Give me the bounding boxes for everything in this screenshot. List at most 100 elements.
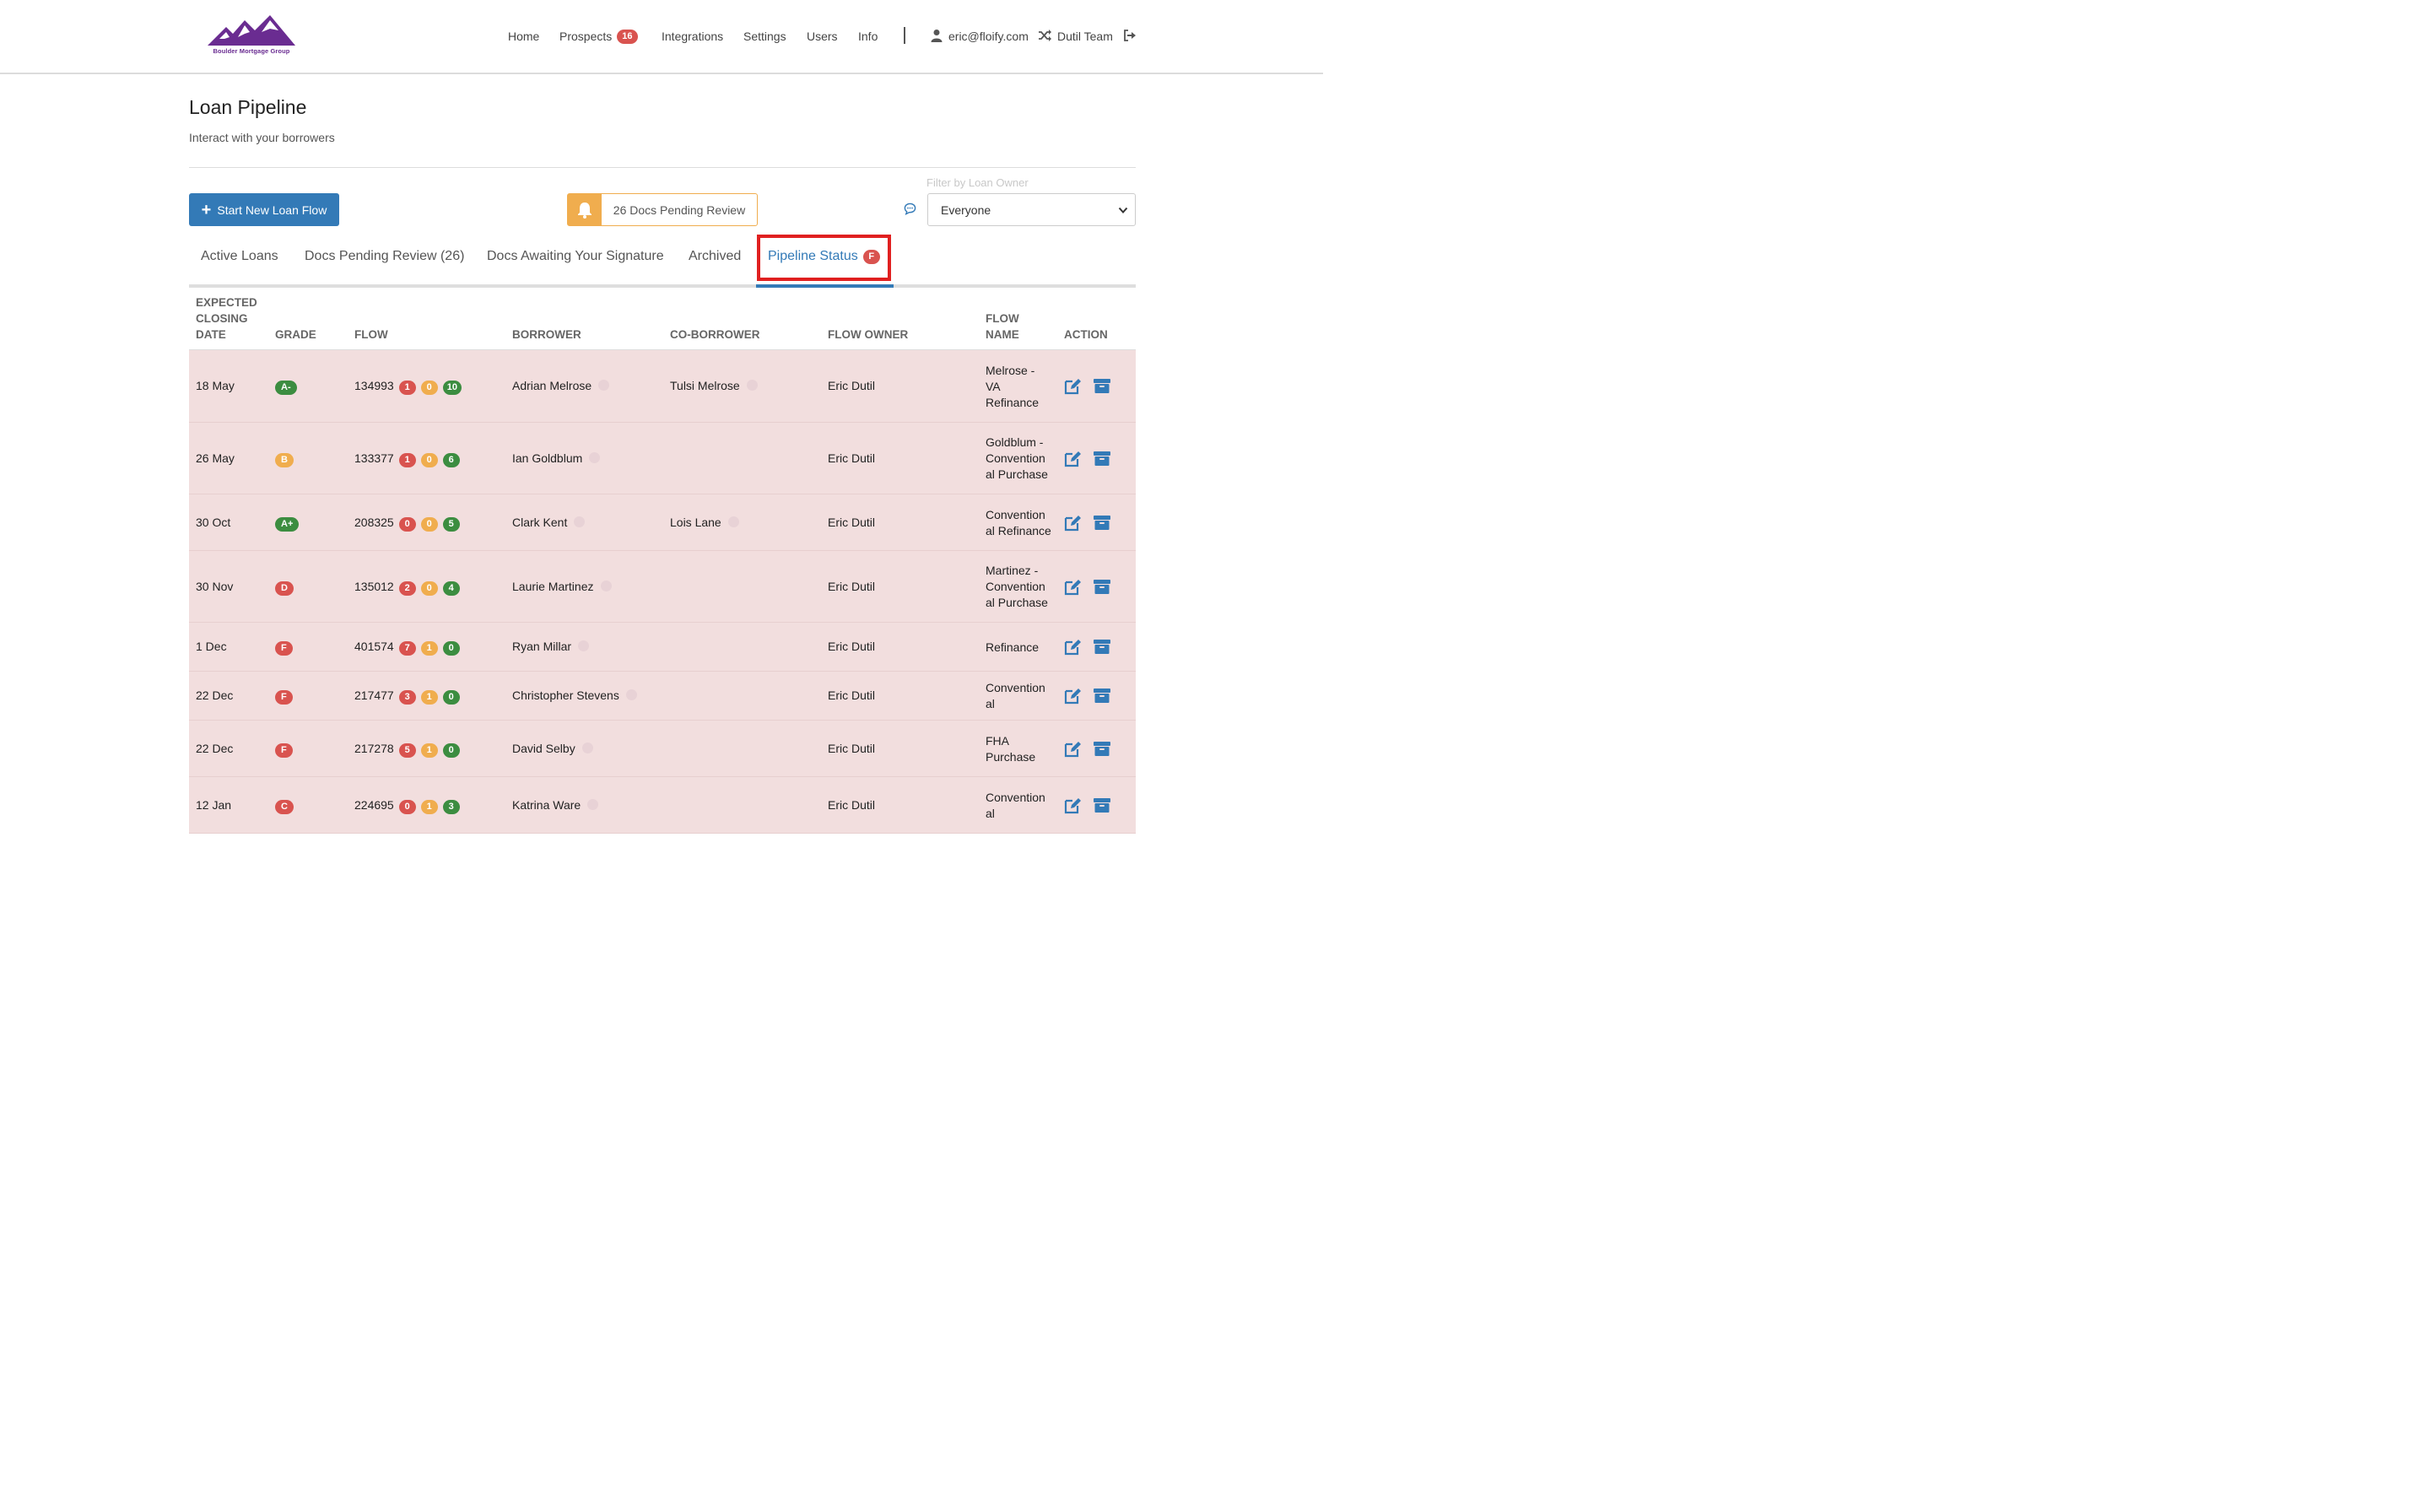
status-badge-red: 0 (398, 799, 416, 814)
user-icon (931, 30, 943, 42)
borrower-name[interactable]: Clark Kent (512, 516, 567, 529)
nav-prospects[interactable]: Prospects 16 (559, 26, 638, 46)
table-row[interactable]: 30 Nov D 135012 2 0 4 Laurie Martinez Eric … (189, 551, 1136, 623)
col-grade[interactable]: GRADE (275, 327, 316, 343)
borrower-name[interactable]: Adrian Melrose (512, 379, 591, 392)
user-email-label: eric@floify.com (948, 30, 1029, 43)
archive-icon[interactable] (1093, 739, 1111, 758)
logout-icon[interactable] (1123, 29, 1137, 42)
archive-icon[interactable] (1093, 513, 1111, 532)
flow-id[interactable]: 208325 (354, 516, 394, 529)
brand-logo[interactable]: Boulder Mortgage Group (208, 14, 295, 57)
col-co-borrower[interactable]: CO-BORROWER (670, 327, 760, 343)
edit-icon[interactable] (1063, 796, 1082, 815)
edit-icon[interactable] (1063, 578, 1082, 597)
col-expected-closing-date[interactable]: EXPECTED CLOSING DATE (196, 294, 257, 343)
edit-icon[interactable] (1063, 687, 1082, 705)
borrower-name[interactable]: Katrina Ware (512, 798, 581, 812)
nav-home[interactable]: Home (508, 26, 539, 46)
archive-icon[interactable] (1093, 577, 1111, 596)
borrower-name[interactable]: Laurie Martinez (512, 580, 594, 593)
info-icon[interactable] (581, 742, 593, 753)
archive-icon[interactable] (1093, 796, 1111, 814)
chat-icon[interactable] (904, 202, 916, 215)
archive-icon[interactable] (1093, 637, 1111, 656)
flow-id[interactable]: 217477 (354, 688, 394, 702)
status-badge-green: 3 (442, 799, 460, 814)
status-badge-orange: 1 (420, 641, 438, 656)
col-borrower[interactable]: BORROWER (512, 327, 581, 343)
col-flow[interactable]: FLOW (354, 327, 388, 343)
tab-archived[interactable]: Archived (689, 240, 741, 274)
nav-home-label: Home (508, 30, 540, 43)
col-flow-name[interactable]: FLOW NAME (986, 310, 1019, 343)
borrower-name[interactable]: Christopher Stevens (512, 688, 619, 702)
info-icon[interactable] (600, 580, 612, 591)
info-icon[interactable] (574, 516, 586, 527)
tab-docs-pending-review[interactable]: Docs Pending Review (26) (305, 240, 464, 274)
table-row[interactable]: 26 May B 133377 1 0 6 Ian Goldblum Eric Dut… (189, 423, 1136, 494)
borrower-name[interactable]: Ryan Millar (512, 640, 571, 653)
flow-name-line: Convention (986, 451, 1045, 465)
flow-name-cell: Convention al (986, 680, 1058, 712)
table-row[interactable]: 12 Jan C 224695 0 1 3 Katrina Ware Eric Dut… (189, 777, 1136, 834)
closing-date-cell: 22 Dec (196, 688, 234, 702)
tab-active-loans[interactable]: Active Loans (201, 240, 278, 274)
flow-id[interactable]: 133377 (354, 451, 394, 465)
info-icon[interactable] (587, 798, 599, 810)
flow-id[interactable]: 135012 (354, 580, 394, 593)
nav-user-email[interactable]: eric@floify.com (948, 26, 1029, 46)
info-icon[interactable] (578, 640, 590, 651)
nav-users[interactable]: Users (807, 26, 838, 46)
start-new-loan-flow-button[interactable]: + Start New Loan Flow (189, 193, 339, 226)
archive-icon[interactable] (1093, 686, 1111, 705)
flow-name-line: Martinez - (986, 564, 1039, 577)
table-row[interactable]: 1 Dec F 401574 7 1 0 Ryan Millar Eric Dutil… (189, 623, 1136, 672)
archive-icon[interactable] (1093, 449, 1111, 467)
table-row[interactable]: 22 Dec F 217477 3 1 0 Christopher Stevens E… (189, 672, 1136, 721)
flow-owner-cell: Eric Dutil (828, 451, 876, 465)
flow-cell: 134993 1 0 10 (354, 379, 462, 395)
table-row[interactable]: 22 Dec F 217278 5 1 0 David Selby Eric Duti… (189, 721, 1136, 777)
flow-id[interactable]: 401574 (354, 640, 394, 653)
info-icon[interactable] (727, 516, 739, 527)
shuffle-icon (1039, 30, 1051, 41)
team-label: Dutil Team (1057, 30, 1113, 43)
nav-team-switch[interactable]: Dutil Team (1057, 26, 1113, 46)
col-flow-owner[interactable]: FLOW OWNER (828, 327, 908, 343)
borrower-name[interactable]: David Selby (512, 742, 575, 755)
edit-icon[interactable] (1063, 450, 1082, 468)
flow-name-line: al (986, 806, 995, 820)
status-badge-orange: 1 (420, 690, 438, 705)
info-icon[interactable] (589, 451, 601, 463)
docs-pending-review-button[interactable]: 26 Docs Pending Review (567, 193, 758, 226)
info-icon[interactable] (625, 689, 637, 700)
table-row[interactable]: 30 Oct A+ 208325 0 0 5 Clark Kent Lois Lane… (189, 494, 1136, 551)
flow-id[interactable]: 134993 (354, 379, 394, 392)
col-closing-line3: DATE (196, 328, 226, 341)
grade-cell: F (275, 742, 293, 758)
nav-info[interactable]: Info (858, 26, 878, 46)
flow-id[interactable]: 224695 (354, 798, 394, 812)
edit-icon[interactable] (1063, 514, 1082, 532)
archive-icon[interactable] (1093, 376, 1111, 395)
tab-docs-awaiting-signature[interactable]: Docs Awaiting Your Signature (487, 240, 664, 274)
info-icon[interactable] (598, 380, 610, 391)
grade-badge: A+ (275, 516, 300, 532)
flow-cell: 135012 2 0 4 (354, 580, 460, 596)
flow-id[interactable]: 217278 (354, 742, 394, 755)
grade-cell: C (275, 798, 294, 814)
filter-owner-select[interactable]: Everyone (927, 193, 1136, 226)
chevron-down-icon (1118, 207, 1128, 213)
flow-cell: 133377 1 0 6 (354, 451, 460, 467)
edit-icon[interactable] (1063, 740, 1082, 759)
nav-integrations[interactable]: Integrations (662, 26, 723, 46)
edit-icon[interactable] (1063, 377, 1082, 396)
closing-date-cell: 30 Nov (196, 579, 234, 593)
flow-name-line: Convention (986, 580, 1045, 593)
edit-icon[interactable] (1063, 638, 1082, 656)
info-icon[interactable] (746, 380, 758, 391)
borrower-name[interactable]: Ian Goldblum (512, 451, 582, 465)
table-row[interactable]: 18 May A- 134993 1 0 10 Adrian Melrose Tuls… (189, 350, 1136, 423)
nav-settings[interactable]: Settings (743, 26, 786, 46)
